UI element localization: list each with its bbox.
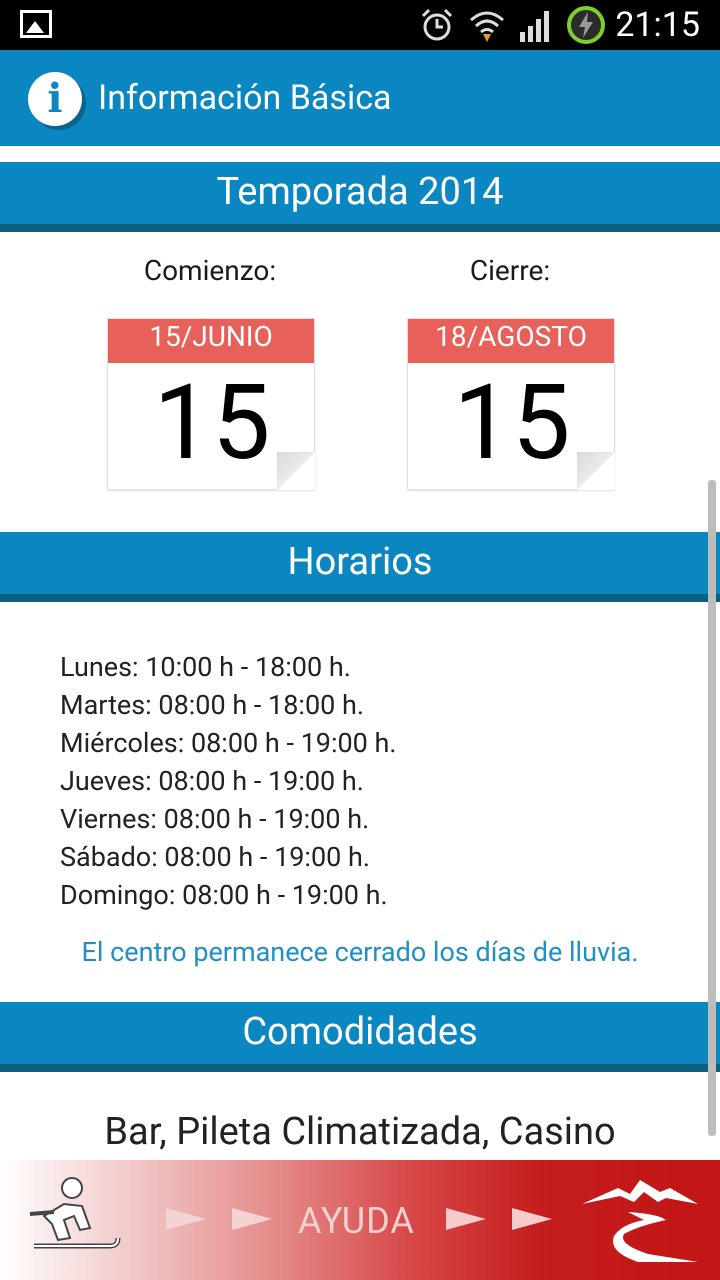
- rain-closure-note: El centro permanece cerrado los días de …: [81, 936, 639, 968]
- signal-icon: [520, 11, 549, 42]
- schedule-row-friday: Viernes: 08:00 h - 19:00 h.: [60, 803, 370, 835]
- help-bar[interactable]: AYUDA: [0, 1160, 720, 1280]
- help-label: AYUDA: [298, 1200, 415, 1242]
- scrollbar[interactable]: [708, 480, 716, 1136]
- schedule-row-thursday: Jueves: 08:00 h - 19:00 h.: [60, 765, 364, 797]
- gallery-icon: [20, 10, 52, 38]
- schedule-row-tuesday: Martes: 08:00 h - 18:00 h.: [60, 689, 364, 721]
- start-calendar-month: 15/JUNIO: [108, 319, 314, 363]
- status-icons: [418, 4, 606, 46]
- alarm-icon: [421, 8, 453, 41]
- amenities-header: Comodidades: [0, 1002, 720, 1072]
- sledding-icon: [29, 1177, 121, 1249]
- arrow-icon: [512, 1208, 552, 1230]
- start-label: Comienzo:: [143, 254, 277, 287]
- end-label: Cierre:: [469, 254, 551, 287]
- season-header: Temporada 2014: [0, 162, 720, 232]
- mountain-logo-icon: [582, 1180, 698, 1262]
- wifi-icon: [470, 11, 504, 42]
- status-time: 21:15: [615, 5, 700, 45]
- arrow-icon: [166, 1208, 206, 1230]
- schedule-row-sunday: Domingo: 08:00 h - 19:00 h.: [60, 879, 388, 911]
- amenities-text: Bar, Pileta Climatizada, Casino: [104, 1110, 616, 1154]
- schedule-row-saturday: Sábado: 08:00 h - 19:00 h.: [60, 841, 371, 873]
- action-bar: i Información Básica: [0, 50, 720, 146]
- schedule-row-monday: Lunes: 10:00 h - 18:00 h.: [60, 651, 351, 683]
- page-fold-icon: [277, 452, 315, 490]
- battery-charging-icon: [567, 6, 605, 44]
- arrow-icon: [446, 1208, 486, 1230]
- end-calendar: 18/AGOSTO 15: [407, 318, 615, 490]
- schedule-list: Lunes: 10:00 h - 18:00 h. Martes: 08:00 …: [60, 648, 397, 914]
- page-title: Información Básica: [98, 78, 392, 118]
- hours-header: Horarios: [0, 532, 720, 602]
- start-calendar: 15/JUNIO 15: [107, 318, 315, 490]
- info-icon[interactable]: i: [28, 72, 82, 126]
- arrow-icon: [232, 1208, 272, 1230]
- status-bar: 21:15: [0, 0, 720, 50]
- end-calendar-month: 18/AGOSTO: [408, 319, 614, 363]
- page-fold-icon: [577, 452, 615, 490]
- schedule-row-wednesday: Miércoles: 08:00 h - 19:00 h.: [60, 727, 397, 759]
